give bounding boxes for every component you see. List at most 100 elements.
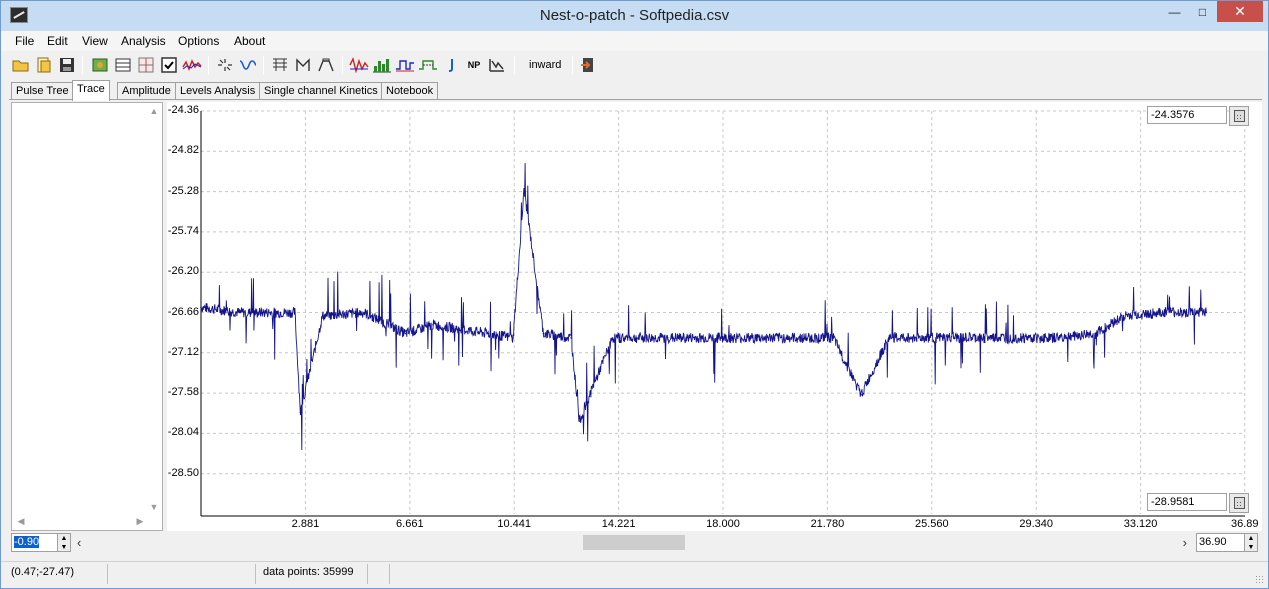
- trace-point: [832, 337, 835, 339]
- trace-series-line: [200, 162, 1207, 451]
- trace-point: [1053, 337, 1056, 339]
- kinetics-blue-icon[interactable]: [395, 55, 415, 75]
- scroll-up-arrow[interactable]: ▲: [148, 106, 160, 118]
- trace-point: [299, 411, 302, 414]
- x-tick-label: 2.881: [291, 518, 320, 530]
- resize-grip[interactable]: [1255, 575, 1265, 585]
- direction-label[interactable]: inward: [529, 59, 561, 71]
- y-tick-label: -25.74: [167, 224, 199, 237]
- chevron-left-icon[interactable]: ‹: [77, 535, 81, 550]
- trace-point: [512, 337, 514, 339]
- menu-analysis[interactable]: Analysis: [121, 34, 166, 48]
- status-bar: (0.47;-27.47) data points: 35999: [1, 561, 1268, 588]
- y-tick-label: -25.28: [167, 184, 199, 197]
- grid-icon[interactable]: [136, 55, 156, 75]
- tab-trace[interactable]: Trace: [72, 80, 110, 101]
- trace-point: [404, 332, 407, 335]
- trace-plot[interactable]: -24.36 -24.82 -25.28 -25.74 -26.20 -26.66 -27.…: [167, 102, 1262, 531]
- info-icon[interactable]: [441, 55, 461, 75]
- x-tick-label: 6.661: [396, 518, 424, 530]
- chevron-right-icon[interactable]: ›: [1183, 535, 1187, 550]
- x-start-spinner[interactable]: ▲ ▼: [57, 533, 71, 552]
- maximize-button[interactable]: □: [1189, 1, 1216, 22]
- y-min-calculator-button[interactable]: [1229, 493, 1249, 513]
- histogram-icon[interactable]: [372, 55, 392, 75]
- trace-point: [363, 311, 365, 314]
- trace-point: [611, 337, 614, 339]
- trace-point: [887, 337, 890, 339]
- trace-point: [542, 332, 545, 335]
- tab-bar: Pulse Tree Trace Amplitude Levels Analys…: [1, 80, 1268, 101]
- calculator-icon: [1233, 110, 1245, 122]
- menu-options[interactable]: Options: [178, 34, 219, 48]
- menu-file[interactable]: File: [15, 34, 34, 48]
- trace-multi-icon[interactable]: [182, 55, 202, 75]
- minimize-button[interactable]: —: [1161, 1, 1188, 22]
- y-tick-label: -26.20: [167, 265, 199, 278]
- scroll-right-arrow[interactable]: ▶: [134, 516, 146, 528]
- trace-chart[interactable]: [167, 102, 1262, 531]
- x-tick-label: 10.441: [497, 518, 532, 530]
- title-bar[interactable]: Nest-o-patch - Softpedia.csv — □ ✕: [1, 1, 1268, 31]
- trace-point: [487, 332, 490, 335]
- exit-icon[interactable]: [578, 55, 598, 75]
- pulse-tree-panel[interactable]: ▲ ▼ ◀ ▶: [11, 102, 163, 531]
- trace-point: [294, 311, 296, 314]
- y-tick-label: -28.04: [167, 426, 199, 439]
- y-max-calculator-button[interactable]: [1229, 106, 1249, 126]
- trace-point: [1095, 332, 1097, 335]
- kinetics-green-icon[interactable]: [418, 55, 438, 75]
- trace-point: [777, 337, 780, 339]
- trace-point: [523, 188, 525, 190]
- close-button[interactable]: ✕: [1217, 1, 1263, 22]
- data-points-count: data points: 35999: [263, 566, 354, 578]
- y-tick-label: -28.50: [167, 466, 199, 479]
- x-tick-label: 33.120: [1123, 518, 1158, 530]
- x-tick-label: 29.340: [1019, 518, 1054, 530]
- check-icon[interactable]: [159, 55, 179, 75]
- y-tick-label: -26.66: [167, 305, 199, 318]
- scroll-left-arrow[interactable]: ◀: [15, 516, 27, 528]
- y-max-field[interactable]: -24.3576: [1147, 106, 1227, 124]
- tab-notebook[interactable]: Notebook: [381, 82, 439, 100]
- open-folder-icon[interactable]: [11, 55, 31, 75]
- y-min-field[interactable]: -28.9581: [1147, 493, 1227, 511]
- filter-icon[interactable]: [487, 55, 507, 75]
- bracket-icon[interactable]: [293, 55, 313, 75]
- x-range-nav: -0.90 ▲ ▼ ‹ › 36.90 ▲ ▼: [11, 533, 1262, 553]
- y-tick-label: -24.36: [167, 104, 199, 116]
- trace-point: [578, 420, 581, 422]
- app-window: Nest-o-patch - Softpedia.csv — □ ✕ File …: [0, 0, 1269, 589]
- menu-view[interactable]: View: [82, 34, 108, 48]
- menu-edit[interactable]: Edit: [47, 34, 68, 48]
- idealize-icon[interactable]: [215, 55, 235, 75]
- levels-icon[interactable]: [270, 55, 290, 75]
- tab-levels-analysis[interactable]: Levels Analysis: [175, 82, 261, 100]
- menu-bar: File Edit View Analysis Options About: [1, 31, 1268, 51]
- bracket-alt-icon[interactable]: [316, 55, 336, 75]
- table-icon[interactable]: [113, 55, 133, 75]
- calculator-icon: [1233, 497, 1245, 509]
- x-end-spinner[interactable]: ▲ ▼: [1244, 533, 1258, 552]
- tab-single-channel-kinetics[interactable]: Single channel Kinetics: [259, 82, 383, 100]
- x-scrollbar[interactable]: ‹ ›: [77, 533, 1193, 552]
- trace-point: [432, 323, 434, 326]
- new-document-icon[interactable]: [34, 55, 54, 75]
- tab-pulse-tree[interactable]: Pulse Tree: [11, 82, 74, 100]
- trace-point: [1164, 311, 1166, 314]
- fit-icon[interactable]: [238, 55, 258, 75]
- np-icon[interactable]: NP: [464, 55, 484, 75]
- save-icon[interactable]: [57, 55, 77, 75]
- x-tick-label: 21.780: [810, 518, 845, 530]
- scroll-down-arrow[interactable]: ▼: [148, 502, 160, 514]
- trace-red-icon[interactable]: [349, 55, 369, 75]
- trace-point: [943, 337, 945, 339]
- trace-point: [570, 337, 572, 339]
- tree-icon[interactable]: [90, 55, 110, 75]
- trace-point: [666, 337, 669, 339]
- trace-point: [722, 337, 724, 339]
- trace-point: [860, 394, 862, 396]
- menu-about[interactable]: About: [234, 34, 265, 48]
- tab-amplitude[interactable]: Amplitude: [117, 82, 176, 100]
- x-scroll-thumb[interactable]: [583, 535, 685, 550]
